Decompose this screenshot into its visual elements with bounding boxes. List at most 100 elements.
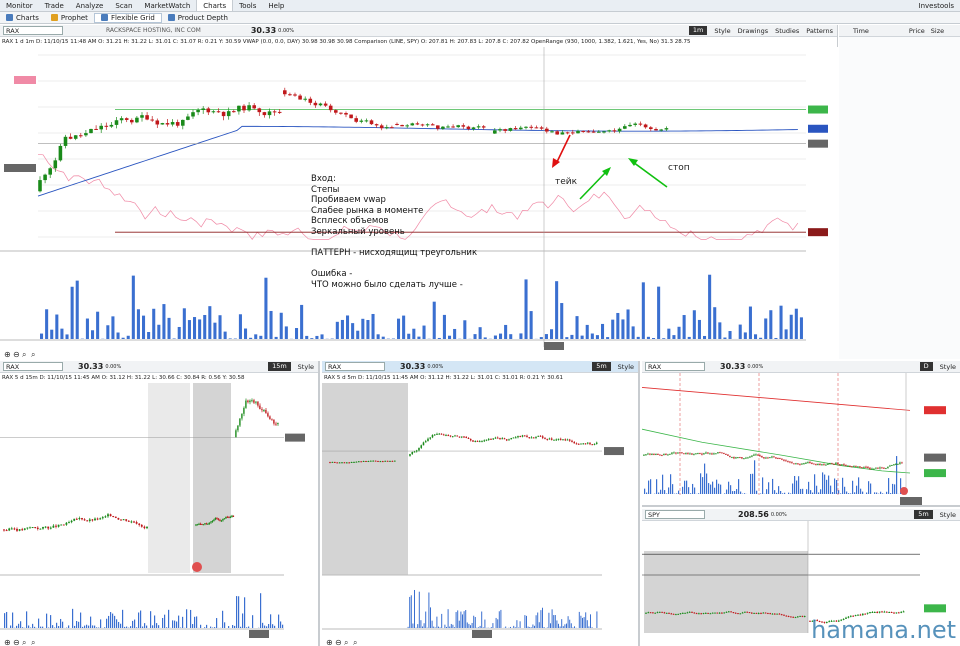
zoom-icon[interactable]: ⊖ — [335, 638, 342, 646]
style-button[interactable]: Style — [714, 27, 730, 35]
zoom-icon[interactable]: ⊕ — [4, 350, 11, 359]
panel-b-canvas[interactable]: ⊕ ⊖ ⌕ ⌕ — [322, 383, 638, 646]
zoom-icon[interactable]: ⊖ — [13, 350, 20, 359]
main-candle — [476, 126, 481, 128]
panel-b-volume-bar — [471, 622, 473, 628]
menu-item-help[interactable]: Help — [262, 0, 290, 11]
main-candle — [277, 111, 282, 113]
main-candle — [191, 112, 195, 117]
main-volume-bar — [187, 320, 191, 339]
panel-c-symbol[interactable]: RAX — [645, 362, 705, 371]
zoom-icon[interactable]: ⊖ — [13, 638, 20, 646]
main-volume-bar — [60, 328, 64, 339]
panel-a-style[interactable]: Style — [298, 363, 314, 371]
zoom-icon[interactable]: ⌕ — [31, 350, 35, 359]
main-volume-bar — [764, 318, 768, 339]
main-volume-bar — [616, 312, 620, 339]
menu-item-trade[interactable]: Trade — [39, 0, 70, 11]
panel-a-volume-bar — [172, 620, 174, 628]
panel-b-candle — [508, 439, 510, 441]
panel-b-volume-bar — [578, 611, 580, 628]
panel-a-candle — [231, 515, 233, 518]
panel-b-volume-bar — [458, 620, 460, 628]
main-volume-bar — [279, 312, 283, 339]
menu-item-monitor[interactable]: Monitor — [0, 0, 39, 11]
panel-a-candle — [135, 522, 138, 524]
panel-b-symbol[interactable]: RAX — [325, 362, 385, 371]
panel-c-interval[interactable]: D — [919, 362, 933, 371]
main-volume-bar — [560, 303, 564, 339]
zoom-icon[interactable]: ⌕ — [353, 638, 357, 646]
panel-b-volume-bar — [444, 624, 446, 628]
panel-a-canvas[interactable]: ⊕ ⊖ ⌕ ⌕ — [0, 383, 318, 646]
main-candle — [283, 90, 287, 95]
panel-b-candle — [478, 441, 481, 443]
panel-a-candle — [271, 419, 273, 421]
panel-c-volume-bar — [678, 490, 680, 494]
menu-item-tools[interactable]: Tools — [233, 0, 262, 11]
panel-b-interval[interactable]: 5m — [592, 362, 611, 371]
panel-d-interval[interactable]: 5m — [914, 510, 933, 519]
main-volume-bar — [601, 323, 605, 339]
studies-button[interactable]: Studies — [775, 27, 799, 35]
panel-a-candle — [237, 425, 239, 431]
zoom-icon[interactable]: ⌕ — [22, 638, 26, 646]
panel-a-volume-bar — [4, 613, 6, 628]
panel-c-candle — [885, 468, 887, 470]
main-volume-bar — [269, 310, 273, 339]
annotation-line: Вход: — [311, 174, 336, 184]
investools-link[interactable]: Investools — [919, 0, 955, 12]
panel-c-candle — [709, 453, 711, 455]
panel-c-candle — [741, 457, 743, 459]
panel-d-candle — [888, 611, 891, 613]
main-volume-bar — [177, 326, 181, 339]
panel-b-volume-bar — [428, 592, 430, 628]
panel-a-interval[interactable]: 15m — [268, 362, 291, 371]
main-candle — [211, 111, 216, 113]
subtab-flexible-grid[interactable]: Flexible Grid — [93, 12, 162, 23]
panel-d-candle — [796, 616, 799, 618]
panel-d-symbol[interactable]: SPY — [645, 510, 705, 519]
panel-b-volume-bar — [447, 609, 449, 628]
interval-button[interactable]: 1m — [688, 26, 708, 35]
main-volume-bar — [371, 313, 375, 339]
panel-c-volume-bar — [852, 480, 854, 494]
menu-item-marketwatch[interactable]: MarketWatch — [138, 0, 196, 11]
panel-d-candle — [900, 611, 903, 613]
panel-c-volume-bar — [700, 473, 702, 494]
panel-a-volume-bar — [18, 623, 20, 628]
panel-c-volume-bar — [800, 488, 802, 494]
zoom-icon[interactable]: ⊕ — [326, 638, 333, 646]
panel-b-style[interactable]: Style — [618, 363, 634, 371]
subtab-charts[interactable]: Charts — [0, 14, 45, 22]
panel-d-candle — [700, 613, 703, 615]
panel-c-candle — [869, 467, 871, 470]
zoom-icon[interactable]: ⌕ — [31, 638, 35, 646]
subtab-icon — [167, 14, 175, 21]
patterns-button[interactable]: Patterns — [806, 27, 833, 35]
panel-b-candle — [374, 460, 377, 462]
panel-a-symbol[interactable]: RAX — [3, 362, 63, 371]
panel-c-volume-bar — [656, 479, 658, 494]
symbol-input[interactable]: RAX — [3, 26, 63, 35]
panel-c-style[interactable]: Style — [940, 363, 956, 371]
panel-d-candle — [645, 612, 647, 614]
panel-d-style[interactable]: Style — [940, 511, 956, 519]
subtab-prophet[interactable]: Prophet — [45, 14, 94, 22]
zoom-icon[interactable]: ⌕ — [344, 638, 348, 646]
main-candle — [140, 115, 144, 118]
main-candle — [617, 128, 622, 132]
main-candle — [415, 123, 420, 125]
drawings-button[interactable]: Drawings — [738, 27, 768, 35]
panel-b-volume-bar — [490, 627, 492, 628]
panel-c-canvas[interactable] — [642, 373, 960, 505]
subtab-product-depth[interactable]: Product Depth — [162, 14, 234, 22]
menu-item-analyze[interactable]: Analyze — [70, 0, 110, 11]
zoom-icon[interactable]: ⌕ — [22, 350, 26, 359]
zoom-icon[interactable]: ⊕ — [4, 638, 11, 646]
menu-item-scan[interactable]: Scan — [109, 0, 138, 11]
main-volume-bar — [728, 331, 732, 339]
main-candle — [581, 130, 586, 132]
panel-b-candle — [442, 434, 445, 436]
menu-item-charts[interactable]: Charts — [196, 0, 234, 11]
